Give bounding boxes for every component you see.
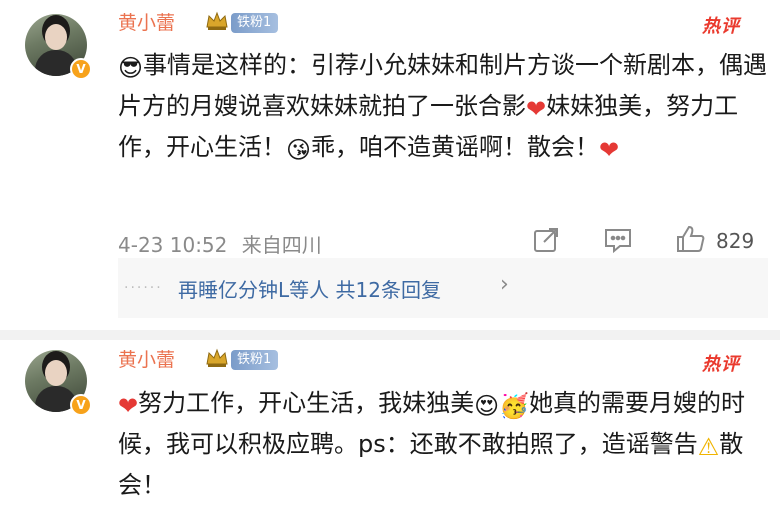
comment-icon[interactable] <box>603 226 633 258</box>
comment-divider <box>0 330 780 340</box>
sunglasses-icon: 😎 <box>118 54 144 82</box>
comment-text-part-3: 乖，咱不造黄谣啊！散会！ <box>311 133 600 161</box>
username[interactable]: 黄小蕾 <box>118 8 175 35</box>
fan-badge[interactable]: 铁粉1 <box>231 350 279 370</box>
fan-badge[interactable]: 铁粉1 <box>231 13 279 33</box>
reply-summary[interactable]: ······ 再睡亿分钟L等人 共12条回复 › <box>118 258 768 318</box>
crown-icon <box>205 11 229 36</box>
heart-eyes-icon: 😍 <box>474 392 500 420</box>
party-face-icon: 🥳 <box>499 392 530 420</box>
comment-meta: 4-23 10:52 来自四川 <box>118 229 322 258</box>
comment-text-part-1: 努力工作，开心生活，我妹独美 <box>138 389 475 417</box>
username[interactable]: 黄小蕾 <box>118 345 175 372</box>
heart-icon: ❤ <box>599 136 620 164</box>
location: 来自四川 <box>241 233 322 257</box>
verified-icon: V <box>70 394 92 416</box>
kiss-face-icon: 😘 <box>286 136 312 164</box>
warning-icon: ⚠ <box>697 433 720 461</box>
verified-icon: V <box>70 58 92 80</box>
reply-summary-link[interactable]: 再睡亿分钟L等人 共12条回复 <box>178 274 441 303</box>
heart-icon: ❤ <box>118 392 139 420</box>
chevron-right-icon: › <box>500 272 509 297</box>
like-count: 829 <box>716 229 755 253</box>
hot-comment-badge: 热评 <box>702 16 740 37</box>
avatar-head <box>45 24 67 50</box>
share-icon[interactable] <box>532 226 560 258</box>
hot-comment-badge: 热评 <box>702 354 740 375</box>
comment-2: V 黄小蕾 铁粉1 热评 ❤努力工作，开心生活，我妹独美😍🥳她真的需要月嫂的时候… <box>0 340 780 523</box>
timestamp: 4-23 10:52 <box>118 233 228 257</box>
comment-text: ❤努力工作，开心生活，我妹独美😍🥳她真的需要月嫂的时候，我可以积极应聘。ps：还… <box>118 384 768 504</box>
thumbs-up-icon[interactable] <box>675 224 707 258</box>
crown-icon <box>205 348 229 373</box>
reply-dots: ······ <box>124 280 163 296</box>
comment-text: 😎事情是这样的：引荐小允妹妹和制片方谈一个新剧本，偶遇片方的月嫂说喜欢妹妹就拍了… <box>118 46 768 169</box>
avatar-head <box>45 360 67 386</box>
comment-1: V 黄小蕾 铁粉1 热评 😎事情是这样的：引荐小允妹妹和制片方谈一个新剧本，偶遇… <box>0 0 780 330</box>
heart-icon: ❤ <box>526 95 547 123</box>
